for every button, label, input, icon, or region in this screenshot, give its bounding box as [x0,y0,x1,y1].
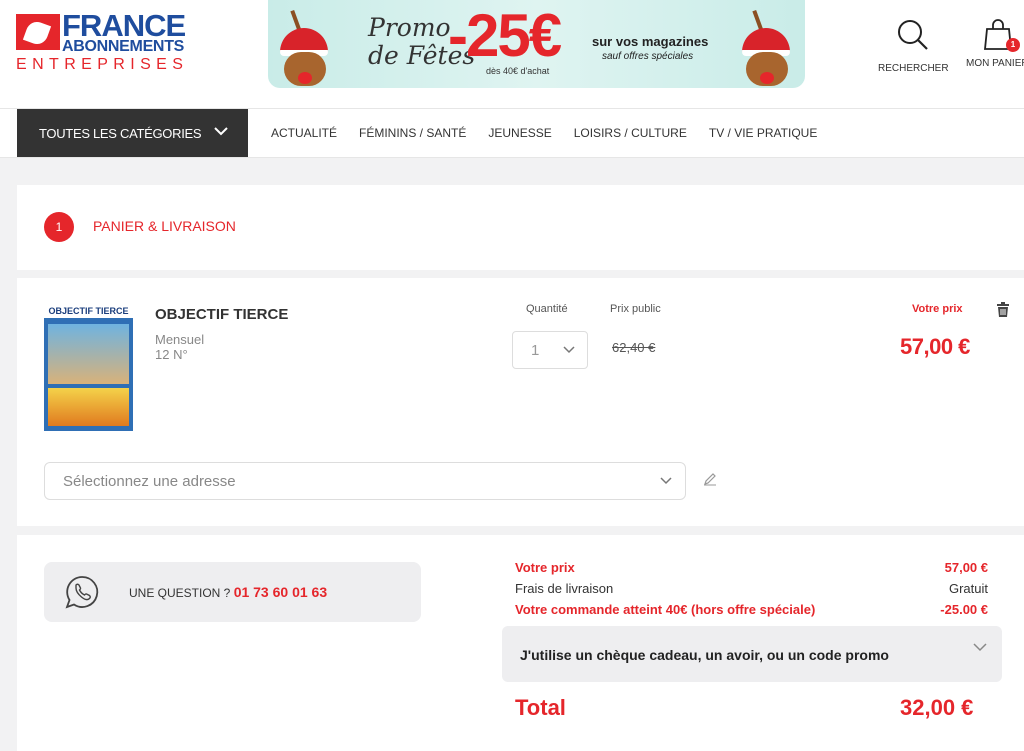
your-price-label: Votre prix [912,303,963,315]
question-box[interactable]: UNE QUESTION ? 01 73 60 01 63 [44,562,421,622]
search-label: RECHERCHER [878,63,949,74]
logo-line-2: ABONNEMENTS [62,38,185,55]
cart-label: MON PANIER [966,58,1024,69]
question-text: UNE QUESTION ? 01 73 60 01 63 [129,584,328,600]
chevron-down-icon [973,643,987,652]
address-placeholder: Sélectionnez une adresse [63,473,236,490]
banner-condition: dès 40€ d'achat [486,66,550,76]
step-number: 1 [44,212,74,242]
total-value: 32,00 € [900,695,974,720]
order-summary-panel: UNE QUESTION ? 01 73 60 01 63 Votre prix… [17,535,1024,751]
site-logo[interactable]: FRANCE ABONNEMENTS ENTREPRISES [16,8,201,76]
chevron-down-icon [660,477,672,485]
your-price-value: 57,00 € [900,334,970,359]
product-meta: Mensuel 12 N° [155,332,204,362]
gift-voucher-promo-accordion[interactable]: J'utilise un chèque cadeau, un avoir, ou… [502,626,1002,682]
checkout-step: 1 PANIER & LIVRAISON [17,185,1024,270]
trash-icon[interactable] [996,302,1010,318]
gift-voucher-label: J'utilise un chèque cadeau, un avoir, ou… [520,647,889,663]
nav-link-loisirs-culture[interactable]: LOISIRS / CULTURE [574,126,687,140]
reindeer-left-icon [274,9,336,86]
total-label: Total [515,695,566,720]
public-price-value: 62,40 € [612,340,656,355]
whatsapp-icon [65,576,99,609]
cart-item-panel: OBJECTIF TIERCE OBJECTIF TIERCE Mensuel … [17,278,1024,526]
product-frequency: Mensuel [155,332,205,347]
nav-link-feminins-sante[interactable]: FÉMININS / SANTÉ [359,126,466,140]
search-icon [898,20,929,50]
quantity-value: 1 [531,342,540,359]
magazine-cover-image[interactable]: OBJECTIF TIERCE [44,304,133,431]
all-categories-label: TOUTES LES CATÉGORIES [39,126,202,141]
banner-discount: -25€ [448,2,562,69]
phone-number[interactable]: 01 73 60 01 63 [234,584,327,600]
cover-title: OBJECTIF TIERCE [44,304,133,318]
address-select[interactable]: Sélectionnez une adresse [44,462,686,500]
reindeer-right-icon [736,9,798,86]
banner-right-line-1: sur vos magazines [592,34,709,49]
quantity-select[interactable]: 1 [512,331,588,369]
cart-button[interactable]: 1 MON PANIER [966,18,1024,69]
logo-line-1: FRANCE [62,8,186,43]
cart-count-badge: 1 [1006,38,1020,52]
category-links: ACTUALITÉ FÉMININS / SANTÉ JEUNESSE LOIS… [271,126,817,140]
banner-right-line-2: sauf offres spéciales [602,51,694,62]
nav-link-actualite[interactable]: ACTUALITÉ [271,126,337,140]
logo-flag-icon [16,14,60,50]
all-categories-button[interactable]: TOUTES LES CATÉGORIES [17,109,248,157]
product-name[interactable]: OBJECTIF TIERCE [155,306,288,323]
quantity-label: Quantité [526,303,568,315]
product-issues: 12 N° [155,347,188,362]
public-price-label: Prix public [610,303,661,315]
main-nav: TOUTES LES CATÉGORIES ACTUALITÉ FÉMININS… [0,109,1024,158]
site-header: FRANCE ABONNEMENTS ENTREPRISES Promo de … [0,0,1024,109]
edit-pencil-icon[interactable] [703,472,717,486]
search-button[interactable]: RECHERCHER [878,18,949,74]
nav-link-jeunesse[interactable]: JEUNESSE [488,126,551,140]
step-label: PANIER & LIVRAISON [93,218,236,234]
logo-line-3: ENTREPRISES [16,56,189,73]
promo-banner[interactable]: Promo de Fêtes -25€ dès 40€ d'achat sur … [268,0,805,88]
nav-link-tv-vie-pratique[interactable]: TV / VIE PRATIQUE [709,126,817,140]
chevron-down-icon [214,127,228,136]
chevron-down-icon [563,346,575,354]
